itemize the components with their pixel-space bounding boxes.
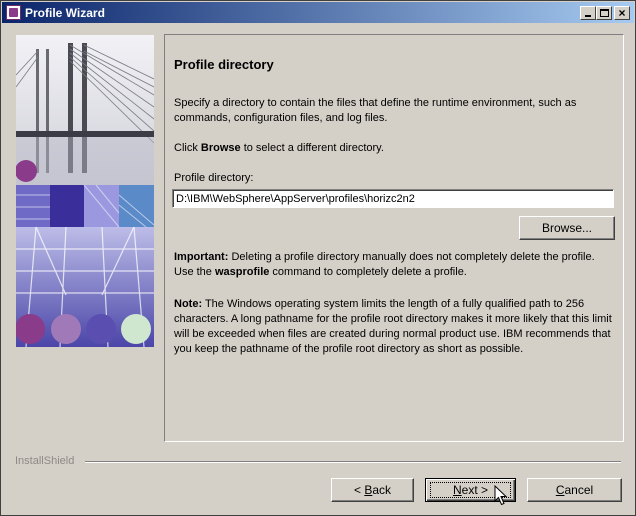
maximize-button[interactable] bbox=[596, 6, 612, 20]
panel-description: Specify a directory to contain the files… bbox=[174, 97, 577, 124]
close-icon: × bbox=[618, 6, 626, 20]
browse-button[interactable]: Browse... bbox=[519, 216, 615, 240]
cancel-button[interactable]: Cancel bbox=[527, 478, 622, 502]
wizard-app-icon bbox=[6, 5, 21, 20]
back-button[interactable]: < Back bbox=[331, 478, 414, 502]
close-button[interactable]: × bbox=[614, 6, 630, 20]
footer-separator bbox=[85, 461, 621, 463]
browse-instruction: Click Browse to select a different direc… bbox=[174, 142, 384, 154]
windows-path-note: Note: The Windows operating system limit… bbox=[174, 298, 612, 355]
content-panel: Profile directory Specify a directory to… bbox=[164, 34, 624, 442]
wizard-side-image bbox=[16, 35, 154, 347]
profile-directory-label: Profile directory: bbox=[174, 172, 254, 184]
maximize-icon bbox=[600, 9, 609, 17]
window-title: Profile Wizard bbox=[25, 6, 105, 20]
minimize-button[interactable] bbox=[580, 6, 596, 20]
bridge-collage-graphic bbox=[16, 35, 154, 347]
important-note: Important: Deleting a profile directory … bbox=[174, 251, 595, 278]
panel-title: Profile directory bbox=[174, 57, 274, 72]
mouse-cursor-icon bbox=[494, 485, 508, 506]
title-bar[interactable]: Profile Wizard × bbox=[2, 2, 634, 23]
profile-directory-input[interactable] bbox=[172, 189, 614, 208]
profile-wizard-window: Profile Wizard × Profile directory Speci… bbox=[0, 0, 636, 516]
installshield-brand: InstallShield bbox=[15, 455, 75, 467]
minimize-icon bbox=[585, 15, 591, 17]
